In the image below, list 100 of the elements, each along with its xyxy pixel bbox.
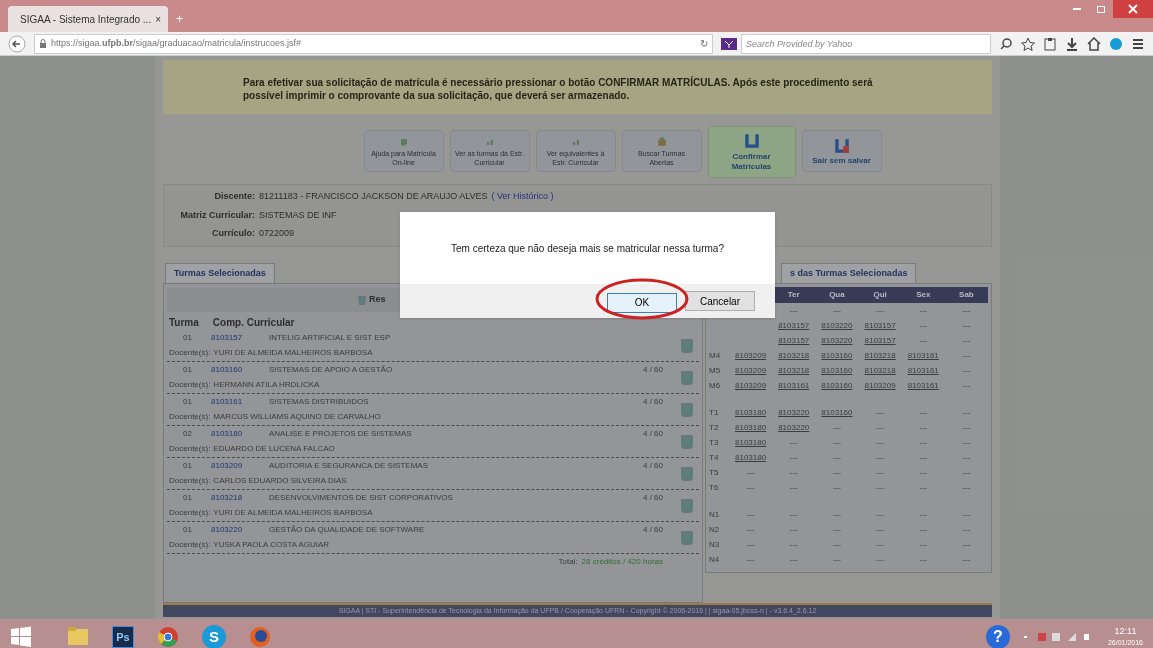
empty-slot: ---	[772, 466, 816, 479]
course-code-link[interactable]: 8103161	[901, 349, 945, 362]
course-code-link[interactable]: 8103160	[211, 364, 251, 376]
course-code-link[interactable]: 8103157	[211, 332, 251, 344]
empty-slot: ---	[944, 319, 988, 332]
remove-class-icon[interactable]	[681, 338, 693, 353]
instructor-label: Docente(s):	[169, 347, 211, 359]
course-code-link[interactable]: 8103218	[772, 349, 816, 362]
instructor-name: CARLOS EDUARDO SILVEIRA DIAS	[213, 475, 347, 487]
time-slot-label: M5	[709, 364, 722, 377]
empty-slot: ---	[729, 481, 773, 494]
clipboard-icon[interactable]	[1043, 36, 1057, 51]
course-code-link[interactable]: 8103218	[211, 492, 251, 504]
course-code-link[interactable]: 8103218	[772, 364, 816, 377]
action-button[interactable]: Confirmar Matrículas	[707, 126, 796, 178]
empty-slot: ---	[944, 466, 988, 479]
home-icon[interactable]	[1087, 36, 1101, 51]
save-icon	[832, 136, 851, 155]
course-code-link[interactable]: 8103157	[858, 319, 902, 332]
close-icon[interactable]: ×	[155, 11, 161, 27]
empty-slot: ---	[772, 451, 816, 464]
course-code-link[interactable]: 8103220	[211, 524, 251, 536]
instructor-label: Docente(s):	[169, 411, 211, 423]
folder-icon[interactable]	[66, 625, 90, 648]
course-code-link[interactable]: 8103161	[772, 379, 816, 392]
address-bar[interactable]: https://sigaa.ufpb.br/sigaa/graduacao/matricula/instrucoes.jsf# ↻	[34, 33, 713, 54]
search-field[interactable]: Search Provided by Yahoo	[741, 33, 991, 54]
empty-slot: ---	[901, 523, 945, 536]
course-code-link[interactable]: 8103220	[815, 334, 859, 347]
close-icon[interactable]	[1113, 0, 1153, 18]
course-code-link[interactable]: 8103180	[729, 421, 773, 434]
photoshop-taskbar-button[interactable]: Ps	[112, 626, 134, 648]
course-code-link[interactable]: 8103180	[211, 428, 251, 440]
empty-slot: ---	[944, 436, 988, 449]
course-code-link[interactable]: 8103161	[901, 364, 945, 377]
course-code-link[interactable]: 8103220	[815, 319, 859, 332]
empty-slot: ---	[815, 538, 859, 551]
remove-class-icon[interactable]	[681, 498, 693, 513]
empty-slot: ---	[901, 466, 945, 479]
search-icon[interactable]	[999, 36, 1013, 51]
empty-slot: ---	[729, 538, 773, 551]
star-icon[interactable]	[1021, 36, 1035, 51]
remove-class-icon[interactable]	[681, 370, 693, 385]
remove-class-icon[interactable]	[681, 402, 693, 417]
course-code-link[interactable]: 8103220	[772, 421, 816, 434]
course-code-link[interactable]: 8103218	[858, 349, 902, 362]
browser-tab[interactable]: SIGAA - Sistema Integrado ... ×	[8, 6, 168, 32]
class-number: 01	[183, 492, 193, 504]
tab[interactable]: s das Turmas Selecionadas	[781, 262, 917, 283]
course-code-link[interactable]: 8103209	[729, 349, 773, 362]
course-code-link[interactable]: 8103160	[815, 379, 859, 392]
course-code-link[interactable]: 8103180	[729, 451, 773, 464]
course-code-link[interactable]: 8103157	[772, 319, 816, 332]
back-icon[interactable]	[8, 34, 26, 53]
browser-icon[interactable]	[248, 625, 272, 648]
remove-class-icon[interactable]	[681, 466, 693, 481]
column-header: Turma	[169, 316, 199, 330]
course-code-link[interactable]: 8103160	[815, 364, 859, 377]
time-slot-label: M4	[709, 349, 722, 362]
empty-slot: ---	[772, 481, 816, 494]
empty-slot: ---	[729, 553, 773, 566]
course-code-link[interactable]: 8103180	[729, 406, 773, 419]
cancel-button[interactable]: Cancelar	[685, 291, 755, 311]
empty-slot: ---	[858, 481, 902, 494]
credits-text: 4 / 60	[643, 492, 664, 504]
course-code-link[interactable]: 8103209	[211, 460, 251, 472]
reload-icon[interactable]: ↻	[700, 36, 708, 51]
menu-icon[interactable]	[1131, 36, 1145, 51]
course-code-link[interactable]: 8103157	[858, 334, 902, 347]
course-code-link[interactable]: 8103157	[772, 334, 816, 347]
course-code-link[interactable]: 8103209	[729, 364, 773, 377]
course-name: ANALISE E PROJETOS DE SISTEMAS	[269, 428, 413, 440]
course-code-link[interactable]: 8103160	[815, 349, 859, 362]
course-code-link[interactable]: 8103161	[901, 379, 945, 392]
browser-icon[interactable]	[156, 625, 180, 648]
course-code-link[interactable]: 8103218	[858, 364, 902, 377]
empty-slot: ---	[944, 553, 988, 566]
course-code-link[interactable]: 8103220	[772, 406, 816, 419]
total-label: Total:	[558, 556, 578, 568]
remove-class-icon[interactable]	[681, 530, 693, 545]
course-code-link[interactable]: 8103160	[815, 406, 859, 419]
empty-slot: ---	[944, 538, 988, 551]
time-slot-label: N4	[709, 553, 721, 566]
remove-class-icon[interactable]	[681, 434, 693, 449]
ok-button[interactable]: OK	[607, 292, 677, 313]
course-code-link[interactable]: 8103161	[211, 396, 251, 408]
download-icon[interactable]	[1065, 36, 1079, 51]
empty-slot: ---	[901, 508, 945, 521]
class-number: 01	[183, 364, 193, 376]
course-code-link[interactable]: 8103180	[729, 436, 773, 449]
skype-taskbar-button[interactable]: S	[202, 625, 226, 648]
action-button[interactable]: Sair sem salvar	[801, 130, 882, 172]
windows-start-icon[interactable]	[10, 626, 32, 648]
course-code-link[interactable]: 8103209	[858, 379, 902, 392]
new-tab-button[interactable]: +	[172, 10, 187, 28]
empty-slot: ---	[815, 523, 859, 536]
history-link[interactable]: ( Ver Histórico )	[491, 190, 554, 204]
tab[interactable]: Turmas Selecionadas	[165, 262, 275, 283]
help-button[interactable]: ?	[985, 625, 1010, 648]
course-code-link[interactable]: 8103209	[729, 379, 773, 392]
